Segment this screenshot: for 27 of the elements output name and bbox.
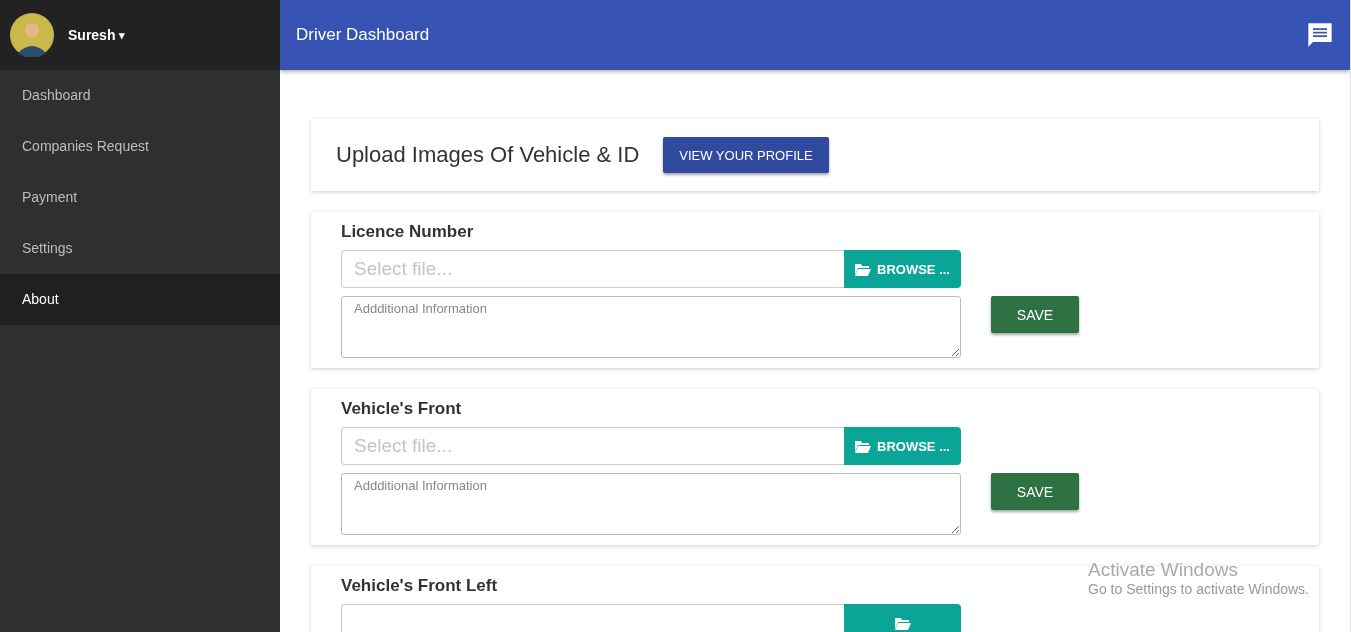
view-profile-button[interactable]: VIEW YOUR PROFILE xyxy=(663,137,829,173)
additional-info-field[interactable]: Addditional Information xyxy=(341,296,961,358)
save-button[interactable]: SAVE xyxy=(991,296,1079,333)
upload-title: Vehicle's Front Left xyxy=(341,576,498,596)
folder-icon xyxy=(855,262,871,276)
sidebar-item[interactable]: Settings xyxy=(0,223,280,274)
upload-title: Licence Number xyxy=(341,222,474,242)
user-menu[interactable]: Suresh ▾ xyxy=(68,27,126,43)
folder-icon xyxy=(894,616,911,630)
activation-text: Go to Settings to activate Windows. xyxy=(1088,581,1309,597)
header-title: Driver Dashboard xyxy=(296,25,430,45)
sidebar-item[interactable]: About xyxy=(0,274,280,325)
chat-icon[interactable] xyxy=(1306,21,1334,49)
save-button[interactable]: SAVE xyxy=(991,473,1079,510)
sidebar-item[interactable]: Payment xyxy=(0,172,280,223)
upload-title: Vehicle's Front xyxy=(341,399,462,419)
folder-icon xyxy=(855,439,871,453)
file-input-field[interactable] xyxy=(341,604,844,632)
sidebar-item[interactable]: Dashboard xyxy=(0,70,280,121)
file-input-field[interactable]: Select file... xyxy=(341,250,844,288)
additional-info-field[interactable]: Addditional Information xyxy=(341,473,961,535)
file-input-field[interactable]: Select file... xyxy=(341,427,844,465)
avatar-icon xyxy=(10,13,54,57)
section-title: Upload Images Of Vehicle & ID xyxy=(336,142,640,168)
sidebar-item[interactable]: Companies Request xyxy=(0,121,280,172)
activation-title: Activate Windows xyxy=(1088,559,1239,581)
browse-button[interactable] xyxy=(844,604,961,632)
